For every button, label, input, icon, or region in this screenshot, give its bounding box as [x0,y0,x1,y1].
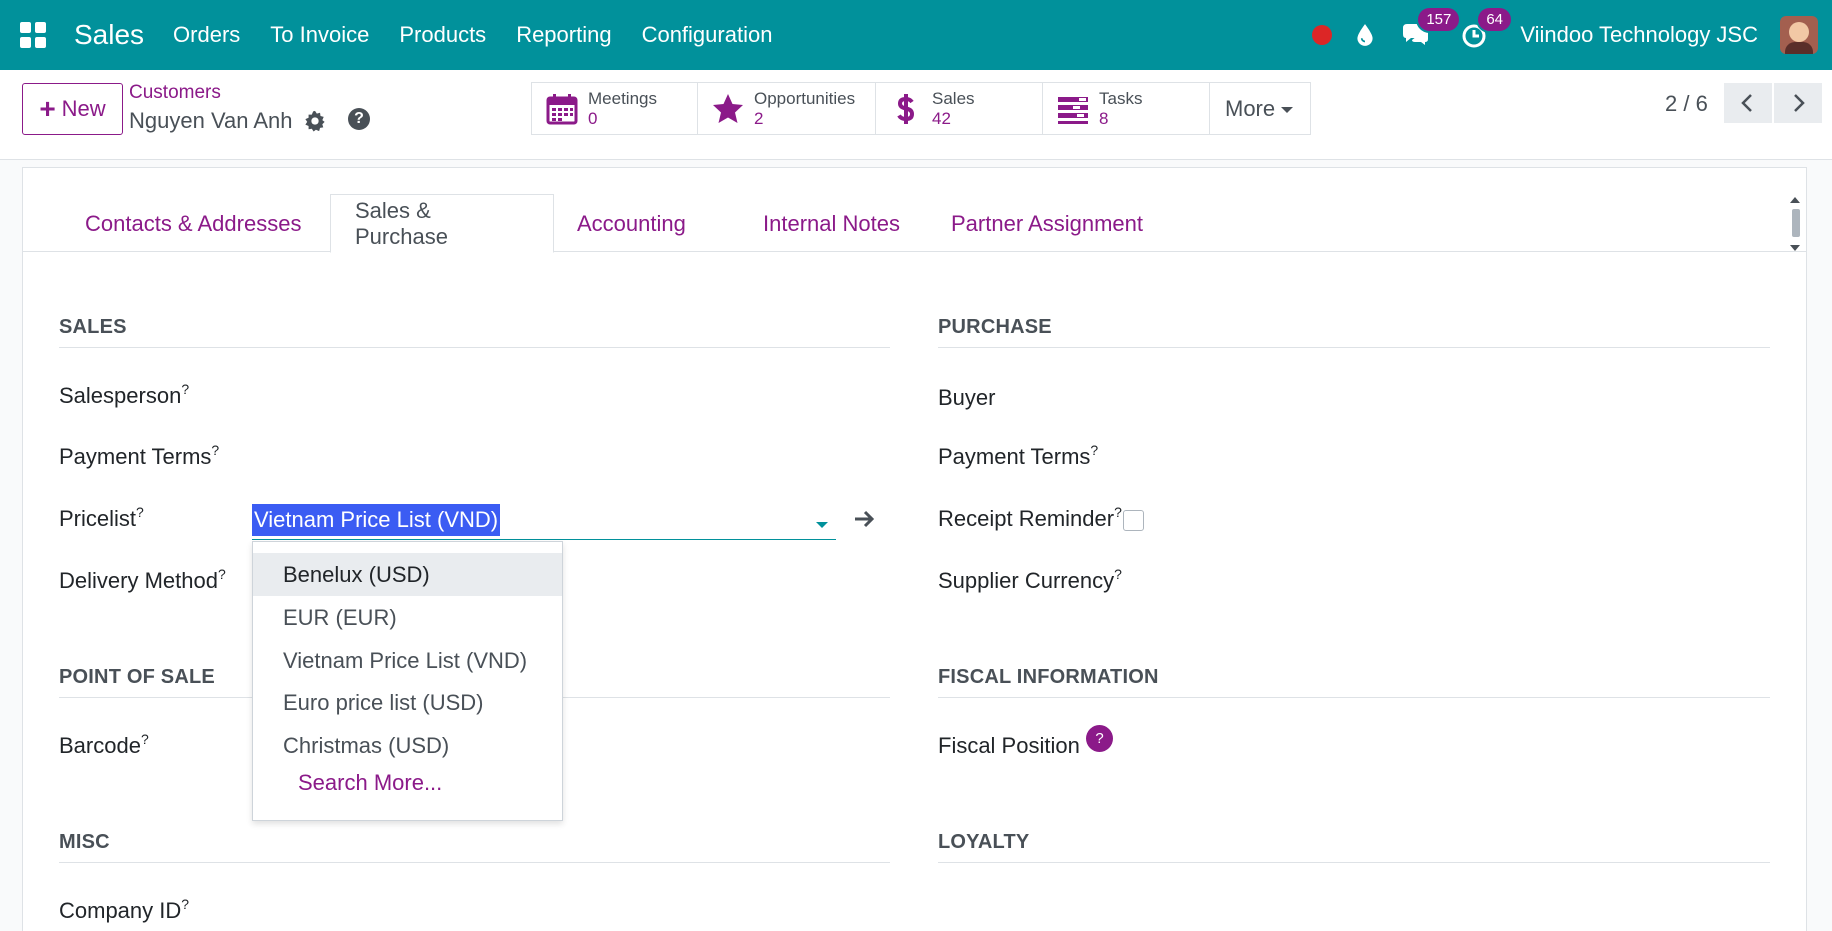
avatar[interactable] [1780,16,1818,54]
company-switcher[interactable]: Viindoo Technology JSC [1520,22,1758,48]
menu-orders[interactable]: Orders [173,22,240,48]
chevron-left-icon [1741,94,1752,112]
buyer-label: Buyer [938,385,996,410]
menu-to-invoice[interactable]: To Invoice [270,22,369,48]
tasks-label: Tasks [1099,88,1143,108]
misc-section-title: MISC [59,831,890,863]
record-dot-icon[interactable] [1312,25,1333,45]
messages-button[interactable]: 157 [1400,6,1462,50]
smart-button-sales[interactable]: Sales 42 [876,83,1043,134]
pricelist-label: Pricelist? [59,504,144,531]
fiscal-position-help-icon[interactable]: ? [1086,725,1113,752]
sales-label: Sales [932,88,975,108]
supplier-currency-label: Supplier Currency? [938,566,1122,593]
pager-next-button[interactable] [1774,83,1822,123]
pricelist-dropdown: Benelux (USD) EUR (EUR) Vietnam Price Li… [252,541,563,821]
notebook-tabs: Contacts & Addresses Sales & Purchase Ac… [23,194,1806,253]
pager-previous-button[interactable] [1724,83,1772,123]
help-icon[interactable]: ? [348,108,370,130]
delivery-method-label: Delivery Method? [59,566,226,593]
top-navbar: Sales Orders To Invoice Products Reporti… [0,0,1832,70]
smart-button-tasks[interactable]: Tasks 8 [1043,83,1210,134]
tab-sales-purchase[interactable]: Sales & Purchase [330,194,554,253]
chevron-right-icon [1794,94,1805,112]
search-more-link[interactable]: Search More... [298,770,442,796]
dropdown-option-vietnam[interactable]: Vietnam Price List (VND) [253,639,562,682]
smart-buttons: Meetings 0 Opportunities 2 Sales 42 Tasks 8 … [531,82,1311,135]
tab-partner-assignment[interactable]: Partner Assignment [927,194,1167,253]
messages-badge: 157 [1416,6,1462,33]
caret-down-icon[interactable] [816,522,828,528]
tab-internal-notes[interactable]: Internal Notes [739,194,924,253]
app-name[interactable]: Sales [74,19,144,51]
menu-reporting[interactable]: Reporting [516,22,611,48]
menu-products[interactable]: Products [399,22,486,48]
calendar-icon [546,93,578,124]
meetings-label: Meetings [588,88,657,108]
smart-button-opportunities[interactable]: Opportunities 2 [698,83,876,134]
opportunities-count: 2 [754,108,764,128]
activities-button[interactable]: 64 [1460,6,1513,50]
more-label: More [1210,96,1308,122]
scrollbar[interactable] [1790,195,1802,255]
receipt-reminder-checkbox[interactable] [1123,510,1144,531]
breadcrumb-parent[interactable]: Customers [129,82,221,104]
loyalty-section-title: LOYALTY [938,831,1770,863]
pricelist-selected-text[interactable]: Vietnam Price List (VND) [252,504,501,536]
receipt-reminder-label: Receipt Reminder? [938,504,1122,531]
sales-count: 42 [932,108,951,128]
scroll-thumb[interactable] [1792,209,1800,237]
dropdown-option-euro-usd[interactable]: Euro price list (USD) [253,681,562,724]
drop-icon[interactable] [1352,22,1378,48]
dropdown-option-eur[interactable]: EUR (EUR) [253,596,562,639]
tab-contacts-addresses[interactable]: Contacts & Addresses [61,194,325,253]
smart-button-meetings[interactable]: Meetings 0 [532,83,698,134]
gear-icon[interactable] [304,110,326,132]
tasks-count: 8 [1099,108,1109,128]
arrow-right-icon[interactable] [852,507,876,531]
sales-section-title: SALES [59,316,890,348]
activities-badge: 64 [1476,6,1513,33]
fiscal-position-label: Fiscal Position [938,733,1080,758]
breadcrumb-current: Nguyen Van Anh [129,108,293,133]
tasks-icon [1058,96,1088,124]
dropdown-option-benelux[interactable]: Benelux (USD) [253,553,562,596]
barcode-label: Barcode? [59,731,149,758]
salesperson-label: Salesperson? [59,381,190,408]
fiscal-section-title: FISCAL INFORMATION [938,666,1770,698]
dollar-icon [897,93,915,124]
tab-accounting[interactable]: Accounting [553,194,710,253]
star-icon [713,93,743,123]
more-button[interactable]: More [1210,83,1310,134]
scroll-down-arrow-icon[interactable] [1790,245,1800,251]
pricelist-input[interactable]: Vietnam Price List (VND) [252,504,836,540]
purchase-payment-terms-label: Payment Terms? [938,442,1099,469]
menu-configuration[interactable]: Configuration [642,22,773,48]
opportunities-label: Opportunities [754,88,856,108]
pager-value[interactable]: 2 / 6 [1665,91,1708,117]
scroll-up-arrow-icon[interactable] [1790,197,1800,203]
new-button[interactable]: + New [22,83,123,135]
apps-grid-icon[interactable] [20,22,46,48]
sales-payment-terms-label: Payment Terms? [59,442,220,469]
company-id-label: Company ID? [59,896,190,923]
control-panel: + New Customers Nguyen Van Anh ? Meetings… [0,70,1832,160]
dropdown-option-christmas[interactable]: Christmas (USD) [253,724,562,767]
purchase-section-title: PURCHASE [938,316,1770,348]
meetings-count: 0 [588,108,598,128]
